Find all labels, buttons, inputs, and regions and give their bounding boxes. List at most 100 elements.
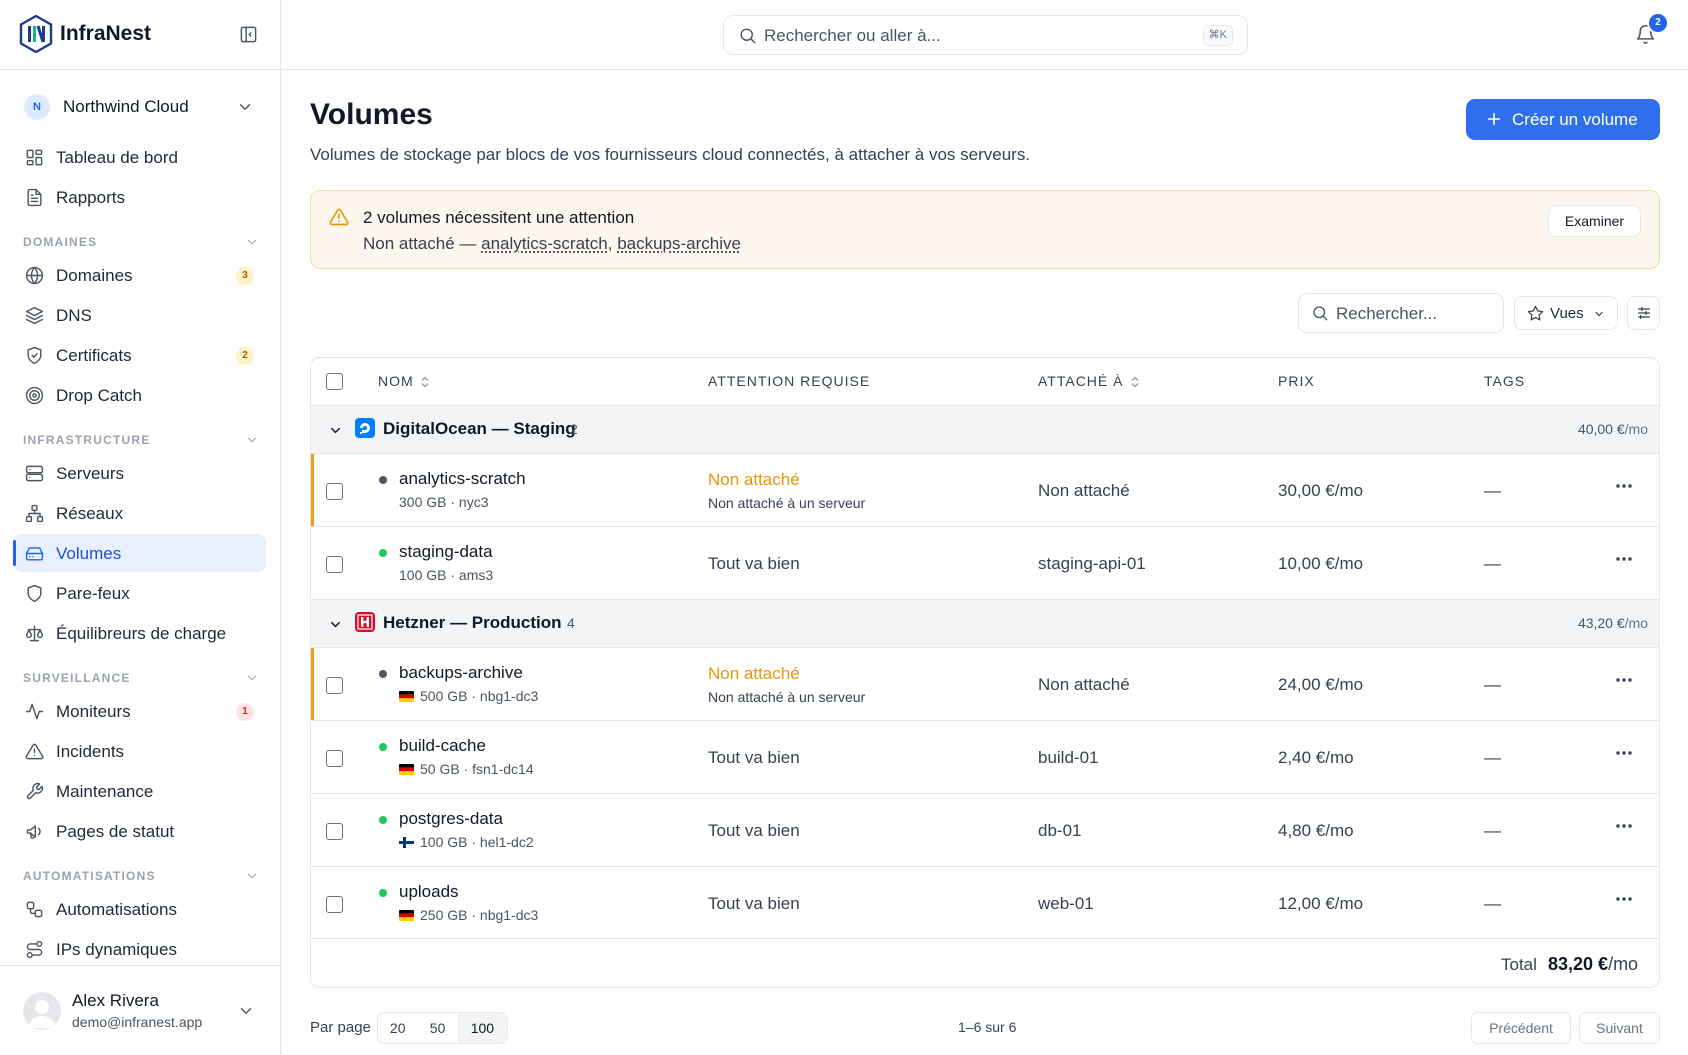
alert-body: Non attaché — analytics-scratch, backups… xyxy=(363,234,741,254)
nav-item-volumes[interactable]: Volumes xyxy=(13,534,266,572)
nav-item-dashboard[interactable]: Tableau de bord xyxy=(14,138,266,176)
create-volume-button[interactable]: Créer un volume xyxy=(1466,99,1660,140)
per-page-option-20[interactable]: 20 xyxy=(378,1013,417,1043)
nav-item-status-pages[interactable]: Pages de statut xyxy=(14,812,266,850)
nav-label: Serveurs xyxy=(56,464,125,483)
chevron-down-icon[interactable] xyxy=(328,423,343,438)
per-page-option-50[interactable]: 50 xyxy=(417,1013,457,1043)
alert-link-analytics-scratch[interactable]: analytics-scratch xyxy=(481,234,608,253)
dashboard-icon xyxy=(26,149,43,166)
row-checkbox[interactable] xyxy=(326,677,343,694)
digitalocean-icon xyxy=(355,418,375,438)
more-icon[interactable] xyxy=(1616,678,1632,682)
row-checkbox[interactable] xyxy=(326,483,343,500)
table-search[interactable] xyxy=(1298,293,1504,333)
column-header-attached[interactable]: ATTACHÉ À xyxy=(1038,373,1140,389)
volume-name[interactable]: staging-data xyxy=(399,542,493,562)
nav-label: Automatisations xyxy=(56,900,177,919)
nav-item-dns[interactable]: DNS xyxy=(14,296,266,334)
section-infrastructure[interactable]: INFRASTRUCTURE xyxy=(23,431,259,447)
tags: — xyxy=(1484,821,1501,840)
volume-name[interactable]: build-cache xyxy=(399,736,486,756)
column-header-attention: ATTENTION REQUISE xyxy=(708,373,871,389)
volume-name[interactable]: analytics-scratch xyxy=(399,469,526,489)
group-row-hetzner[interactable]: Hetzner — Production 4 43,20 €/mo xyxy=(311,600,1659,648)
nav-item-monitors[interactable]: Moniteurs 1 xyxy=(14,692,266,730)
nav-item-servers[interactable]: Serveurs xyxy=(14,454,266,492)
column-header-name[interactable]: NOM xyxy=(378,373,430,389)
global-search[interactable]: ⌘K xyxy=(723,15,1248,55)
nav-label: Équilibreurs de charge xyxy=(56,624,227,643)
select-all-checkbox[interactable] xyxy=(326,373,343,390)
column-settings-button[interactable] xyxy=(1627,296,1660,330)
row-checkbox[interactable] xyxy=(326,556,343,573)
row-checkbox[interactable] xyxy=(326,750,343,767)
more-icon[interactable] xyxy=(1616,557,1632,561)
examine-button[interactable]: Examiner xyxy=(1548,205,1641,237)
nav-label: Pare-feux xyxy=(56,584,130,603)
more-icon[interactable] xyxy=(1616,484,1632,488)
more-icon[interactable] xyxy=(1616,897,1632,901)
alert-prefix: Non attaché — xyxy=(363,234,482,253)
org-name: Northwind Cloud xyxy=(63,97,189,116)
server-icon xyxy=(25,465,44,482)
global-search-input[interactable] xyxy=(764,24,1164,48)
volume-name[interactable]: backups-archive xyxy=(399,663,523,683)
nav-item-incidents[interactable]: Incidents xyxy=(14,732,266,770)
section-title: INFRASTRUCTURE xyxy=(23,433,151,447)
chevron-down-icon xyxy=(247,675,257,681)
more-icon[interactable] xyxy=(1616,824,1632,828)
table-row[interactable]: postgres-data 100 GB · hel1-dc2 Tout va … xyxy=(311,794,1659,867)
create-volume-label: Créer un volume xyxy=(1512,110,1638,129)
volume-name[interactable]: uploads xyxy=(399,882,459,902)
row-checkbox[interactable] xyxy=(326,823,343,840)
nav-item-dynamic-ips[interactable]: IPs dynamiques xyxy=(14,930,266,968)
nav-item-maintenance[interactable]: Maintenance xyxy=(14,772,266,810)
user-name: Alex Rivera xyxy=(72,991,159,1010)
nav-item-automations[interactable]: Automatisations xyxy=(14,890,266,928)
alert-link-backups-archive[interactable]: backups-archive xyxy=(617,234,741,253)
price: 4,80 €/mo xyxy=(1278,821,1354,840)
per-page-selector: 20 50 100 xyxy=(377,1012,508,1044)
chevron-down-icon xyxy=(247,437,257,443)
section-domains[interactable]: DOMAINES xyxy=(23,233,259,249)
nav-item-domains[interactable]: Domaines 3 xyxy=(14,256,266,294)
table-row[interactable]: analytics-scratch 300 GB · nyc3 Non atta… xyxy=(311,454,1659,527)
brand-bar: InfraNest xyxy=(0,0,281,70)
chevron-down-icon xyxy=(240,1008,252,1014)
next-page-button[interactable]: Suivant xyxy=(1579,1012,1660,1044)
group-total-unit: /mo xyxy=(1624,615,1648,631)
sidebar-toggle-icon[interactable] xyxy=(239,25,258,44)
more-icon[interactable] xyxy=(1616,751,1632,755)
nav-label: Volumes xyxy=(56,544,122,563)
row-checkbox[interactable] xyxy=(326,896,343,913)
tags: — xyxy=(1484,894,1501,913)
table-row[interactable]: staging-data 100 GB · ams3 Tout va bien … xyxy=(311,527,1659,600)
volume-meta: 100 GB · hel1-dc2 xyxy=(399,834,534,850)
per-page-option-100[interactable]: 100 xyxy=(457,1013,507,1043)
attention-status: Tout va bien xyxy=(708,821,800,840)
table-footer: Total 83,20 €/mo xyxy=(311,939,1659,987)
nav-item-networks[interactable]: Réseaux xyxy=(14,494,266,532)
table-row[interactable]: uploads 250 GB · nbg1-dc3 Tout va bien w… xyxy=(311,867,1659,939)
chevron-down-icon[interactable] xyxy=(328,617,343,632)
table-row[interactable]: build-cache 50 GB · fsn1-dc14 Tout va bi… xyxy=(311,721,1659,794)
nav-item-drop-catch[interactable]: Drop Catch xyxy=(14,376,266,414)
volume-name[interactable]: postgres-data xyxy=(399,809,503,829)
nav-item-certificates[interactable]: Certificats 2 xyxy=(14,336,266,374)
nav-item-reports[interactable]: Rapports xyxy=(14,178,266,216)
user-menu[interactable]: Alex Rivera demo@infranest.app xyxy=(0,965,281,1055)
germany-flag-icon xyxy=(399,764,414,775)
section-monitoring[interactable]: SURVEILLANCE xyxy=(23,669,259,685)
brand-name: InfraNest xyxy=(60,22,152,45)
org-switcher[interactable]: N Northwind Cloud xyxy=(24,92,260,122)
views-dropdown[interactable]: Vues xyxy=(1514,296,1618,330)
infranest-logo-icon[interactable] xyxy=(19,15,53,53)
nav-item-firewalls[interactable]: Pare-feux xyxy=(14,574,266,612)
table-search-input[interactable] xyxy=(1336,302,1496,326)
group-row-digitalocean[interactable]: DigitalOcean — Staging 2 40,00 €/mo xyxy=(311,406,1659,454)
nav-item-load-balancers[interactable]: Équilibreurs de charge xyxy=(14,614,266,652)
previous-page-button[interactable]: Précédent xyxy=(1471,1012,1571,1044)
table-row[interactable]: backups-archive 500 GB · nbg1-dc3 Non at… xyxy=(311,648,1659,721)
section-automations[interactable]: AUTOMATISATIONS xyxy=(23,867,259,883)
